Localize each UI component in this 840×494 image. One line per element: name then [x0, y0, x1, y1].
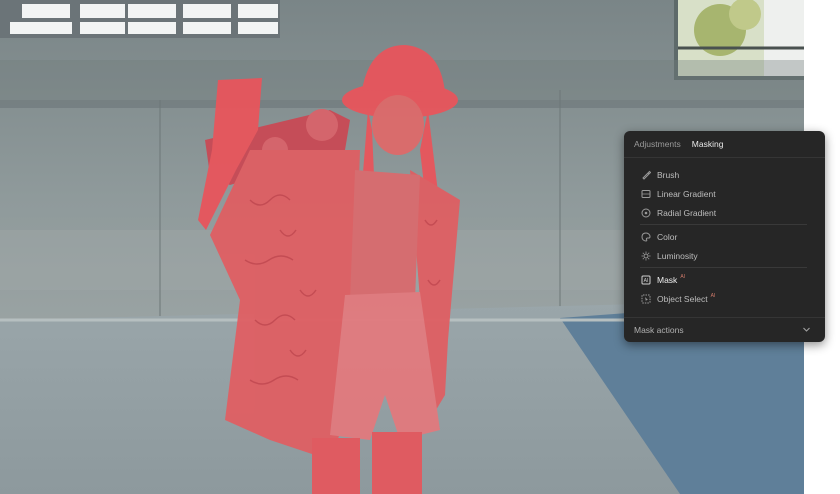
- luminosity-icon: [641, 251, 651, 261]
- tab-adjustments[interactable]: Adjustments: [634, 139, 681, 149]
- tool-radial-gradient-label: Radial Gradient: [657, 207, 717, 218]
- radial-gradient-icon: [641, 208, 651, 218]
- mask-actions-dropdown[interactable]: Mask actions: [624, 317, 825, 342]
- chevron-down-icon: [802, 325, 811, 336]
- menu-divider: [640, 267, 807, 268]
- tool-radial-gradient[interactable]: Radial Gradient: [624, 203, 825, 222]
- tool-color-label: Color: [657, 231, 678, 242]
- svg-text:AI: AI: [644, 278, 649, 284]
- menu-divider: [640, 224, 807, 225]
- tool-object-select[interactable]: Object Select AI: [624, 289, 825, 308]
- linear-gradient-icon: [641, 189, 651, 199]
- tab-masking[interactable]: Masking: [692, 139, 724, 149]
- ai-badge: AI: [680, 273, 686, 280]
- ai-badge: AI: [710, 292, 716, 299]
- ai-mask-icon: AI: [641, 275, 651, 285]
- tool-ai-mask-label: Mask: [657, 274, 678, 285]
- tool-linear-gradient-label: Linear Gradient: [657, 188, 716, 199]
- tool-luminosity[interactable]: Luminosity: [624, 246, 825, 265]
- mask-actions-label: Mask actions: [634, 325, 684, 335]
- masking-panel: Adjustments Masking Brush Linear Gradien…: [624, 131, 825, 342]
- tool-brush[interactable]: Brush: [624, 165, 825, 184]
- tool-ai-mask[interactable]: AI Mask AI: [624, 270, 825, 289]
- tool-color[interactable]: Color: [624, 227, 825, 246]
- tool-linear-gradient[interactable]: Linear Gradient: [624, 184, 825, 203]
- tool-object-select-label: Object Select: [657, 293, 708, 304]
- color-icon: [641, 231, 651, 242]
- panel-tabs: Adjustments Masking: [624, 131, 825, 158]
- tool-luminosity-label: Luminosity: [657, 250, 698, 261]
- mask-tools-menu: Brush Linear Gradient Radial Gradient Co…: [624, 158, 825, 308]
- brush-icon: [641, 170, 651, 180]
- object-select-icon: [641, 294, 651, 304]
- tool-brush-label: Brush: [657, 169, 680, 180]
